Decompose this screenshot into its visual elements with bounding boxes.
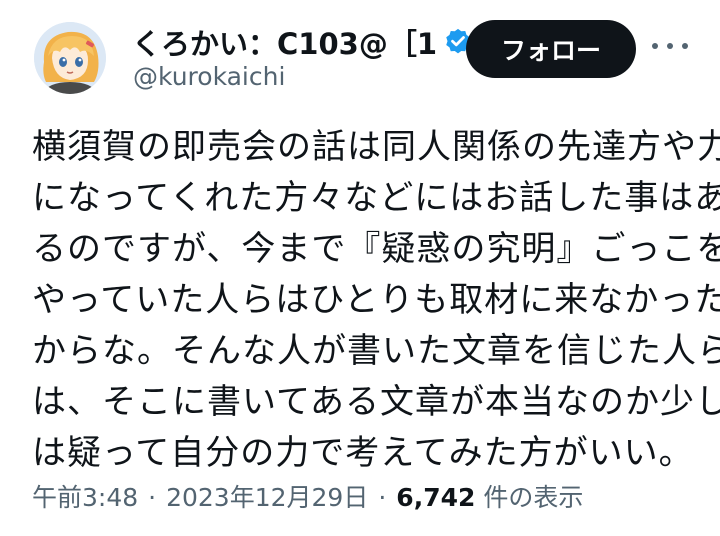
tweet-line: やっていた人らはひとりも取材に来なかった [32,280,720,320]
views-label[interactable]: 件の表示 [483,478,583,514]
more-dot [667,43,673,49]
author-name-row: くろかい：C103@［1 [132,22,473,62]
tweet-date[interactable]: 2023年12月29日 [166,478,368,514]
tweet-header: くろかい：C103@［1 @kurokaichi フォロー [0,0,720,110]
anime-avatar-icon [34,22,106,94]
meta-separator: · [378,483,387,512]
tweet-line: は、そこに書いてある文章が本当なのか少し [32,382,720,422]
display-name[interactable]: くろかい：C103@［1 [132,21,437,63]
views-count[interactable]: 6,742 [396,483,475,512]
more-dot [652,43,658,49]
tweet-line: るのですが、今まで『疑惑の究明』ごっこを [32,229,720,269]
author-handle[interactable]: @kurokaichi [133,62,285,91]
more-options-icon[interactable] [652,36,688,56]
tweet-line: からな。そんな人が書いた文章を信じた人ら [32,331,720,371]
tweet-meta: 午前3:48 · 2023年12月29日 · 6,742 件の表示 [32,478,583,514]
tweet-line: 横須賀の即売会の話は同人関係の先達方や力 [32,127,720,167]
tweet-line: は疑って自分の力で考えてみた方がいい。 [32,433,694,473]
more-dot [682,43,688,49]
tweet-line: になってくれた方々などにはお話した事はあ [32,178,720,218]
follow-button[interactable]: フォロー [466,20,636,78]
meta-separator: · [148,483,157,512]
tweet-text: 横須賀の即売会の話は同人関係の先達方や力 になってくれた方々などにはお話した事は… [32,122,720,479]
tweet-time[interactable]: 午前3:48 [32,478,138,514]
avatar[interactable] [34,22,106,94]
